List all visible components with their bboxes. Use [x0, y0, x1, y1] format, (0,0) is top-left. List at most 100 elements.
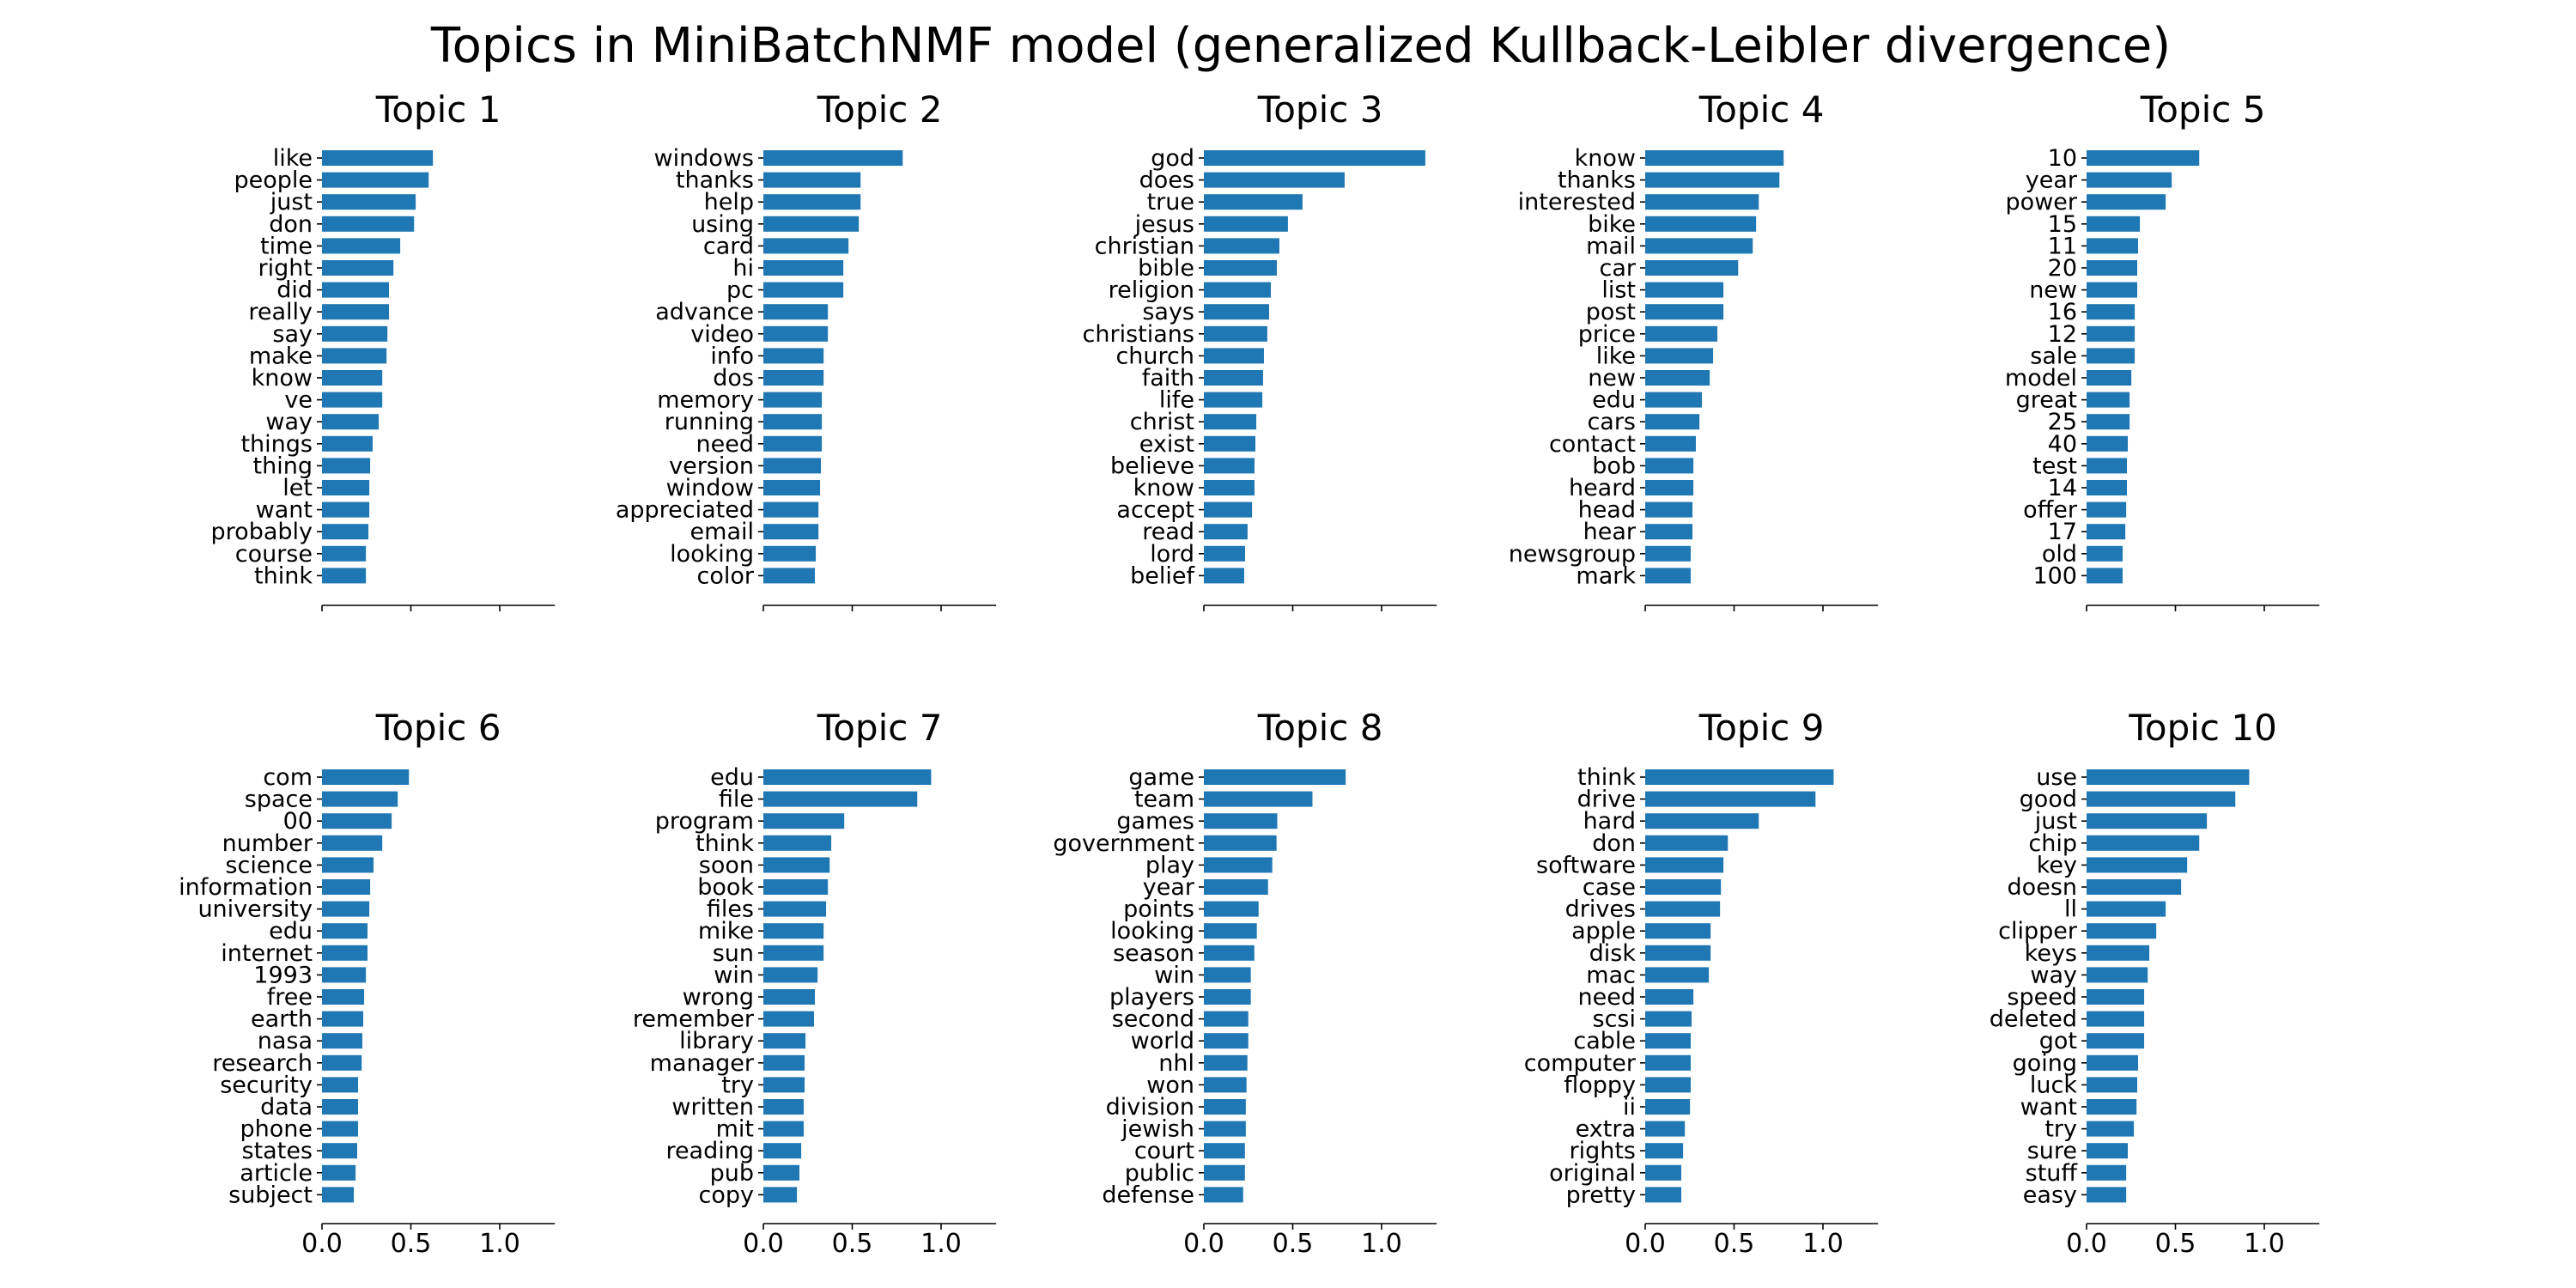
- bar: [322, 216, 415, 232]
- bar: [2087, 901, 2166, 917]
- bar: [1645, 967, 1710, 983]
- y-tick-label: mark: [1576, 562, 1636, 589]
- subplot-title: Topic 5: [2140, 88, 2266, 131]
- bar: [1645, 1077, 1691, 1093]
- bar: [2087, 524, 2126, 540]
- bar: [1645, 835, 1728, 851]
- bar: [1645, 501, 1693, 518]
- bar: [763, 194, 861, 210]
- bar: [322, 857, 374, 873]
- bar: [322, 967, 367, 983]
- bar: [2087, 791, 2236, 807]
- bar: [322, 480, 370, 495]
- bar: [322, 435, 373, 452]
- bar: [1204, 545, 1246, 562]
- bar: [1204, 1099, 1246, 1115]
- bar: [763, 480, 821, 495]
- bar: [1645, 480, 1694, 495]
- bar: [322, 348, 387, 364]
- figure: Topics in MiniBatchNMF model (generalize…: [179, 18, 2320, 1259]
- bar: [763, 1164, 800, 1181]
- x-tick-label: 0.0: [2066, 1229, 2107, 1259]
- bar: [763, 1077, 805, 1093]
- y-tick-label: subject: [228, 1182, 313, 1208]
- y-tick-label: defense: [1102, 1182, 1194, 1208]
- bar: [1645, 414, 1700, 430]
- bar: [1204, 989, 1251, 1005]
- bar: [1645, 1099, 1691, 1115]
- bar: [1645, 901, 1721, 917]
- x-tick-label: 1.0: [479, 1229, 520, 1259]
- bar: [2087, 392, 2130, 408]
- bar: [1645, 194, 1759, 210]
- subplot-topic-2: Topic 2windowsthankshelpusingcardhipcadv…: [616, 88, 997, 611]
- bar: [1645, 813, 1759, 829]
- bar: [2087, 989, 2145, 1005]
- bar: [763, 392, 823, 408]
- bar: [1645, 568, 1691, 584]
- x-tick-label: 0.0: [1183, 1229, 1224, 1259]
- subplot-title: Topic 10: [2128, 707, 2276, 749]
- bar: [1645, 1121, 1686, 1137]
- bar: [2087, 172, 2172, 188]
- bar: [2087, 1187, 2127, 1203]
- subplot-title: Topic 8: [1257, 707, 1383, 749]
- bar: [1645, 879, 1722, 895]
- bar: [322, 370, 383, 386]
- x-tick-label: 1.0: [2244, 1229, 2285, 1259]
- bar: [322, 282, 390, 298]
- bar: [763, 923, 824, 939]
- bar: [1204, 813, 1278, 829]
- bar: [1204, 1187, 1243, 1203]
- bar: [763, 238, 849, 254]
- bar: [1645, 524, 1693, 540]
- bar: [1204, 172, 1345, 188]
- subplot-topic-6: Topic 6comspace00numberscienceinformatio…: [179, 707, 556, 1259]
- subplot-topic-9: Topic 9thinkdriveharddonsoftwarecasedriv…: [1524, 707, 1879, 1259]
- bar: [1204, 835, 1277, 851]
- bar: [1204, 879, 1268, 895]
- x-tick-label: 0.5: [832, 1229, 873, 1259]
- bar: [1204, 458, 1255, 474]
- bar: [322, 1099, 359, 1115]
- bar: [1204, 967, 1251, 983]
- panels: Topic 1likepeoplejustdontimerightdidreal…: [179, 88, 2320, 1259]
- bar: [1204, 325, 1267, 342]
- bar: [1204, 435, 1256, 452]
- bar: [322, 150, 434, 166]
- bar: [763, 282, 844, 298]
- bar: [2087, 568, 2123, 584]
- subplot-topic-4: Topic 4knowthanksinterestedbikemailcarli…: [1509, 88, 1879, 611]
- bar: [322, 879, 371, 895]
- bar: [1645, 392, 1703, 408]
- bar: [322, 1164, 356, 1181]
- bar: [763, 1033, 806, 1049]
- bar: [1204, 414, 1257, 430]
- y-tick-label: think: [254, 562, 313, 589]
- bar: [1204, 568, 1244, 584]
- y-tick-label: copy: [699, 1182, 755, 1208]
- bar: [2087, 370, 2132, 386]
- subplot-title: Topic 9: [1698, 707, 1825, 749]
- bar: [1204, 150, 1425, 166]
- bar: [322, 260, 394, 276]
- bar: [1645, 282, 1724, 298]
- bar: [763, 524, 819, 540]
- x-tick-label: 1.0: [1802, 1229, 1844, 1259]
- bar: [763, 879, 829, 895]
- x-tick-label: 0.5: [2155, 1229, 2196, 1259]
- bar: [322, 568, 367, 584]
- bar: [2087, 325, 2136, 342]
- bar: [1204, 1164, 1245, 1181]
- bar: [2087, 1054, 2139, 1071]
- bar: [1204, 216, 1288, 232]
- bar: [1645, 348, 1714, 364]
- bar: [2087, 545, 2123, 562]
- bar: [322, 238, 401, 254]
- bar: [1645, 857, 1724, 873]
- bar: [2087, 348, 2136, 364]
- bar: [2087, 769, 2250, 785]
- bar: [1645, 304, 1724, 320]
- bar: [2087, 216, 2141, 232]
- bar: [322, 458, 371, 474]
